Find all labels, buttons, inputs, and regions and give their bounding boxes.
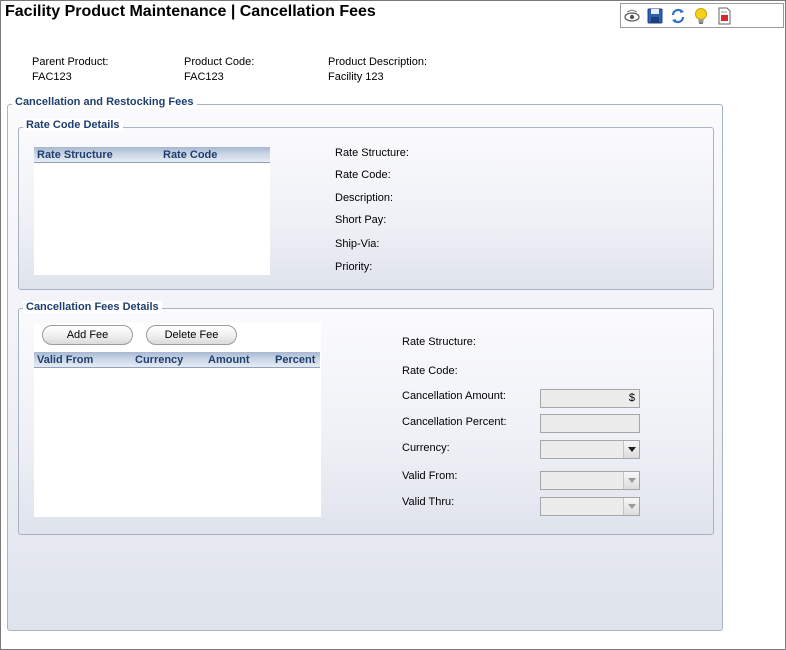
currency-dropdown-button[interactable] [623,441,639,458]
rate-structure-label: Rate Structure: [335,147,409,159]
currency-select[interactable] [540,440,640,459]
save-icon[interactable] [646,7,664,25]
cancellation-fees-grid-body[interactable] [34,369,320,516]
fee-rate-code-label: Rate Code: [402,365,458,377]
column-header-rate-code[interactable]: Rate Code [163,149,217,161]
product-description-value: Facility 123 [328,71,384,83]
description-label: Description: [335,192,394,204]
parent-product-label: Parent Product: [32,56,109,68]
currency-symbol: $ [628,392,635,404]
ship-via-label: Ship-Via: [335,238,380,250]
product-code-field: Product Code: FAC123 [184,56,254,83]
valid-thru-label: Valid Thru: [402,496,455,508]
chevron-down-icon [628,478,636,483]
parent-product-field: Parent Product: FAC123 [32,56,108,83]
column-header-amount[interactable]: Amount [208,354,250,366]
column-header-currency[interactable]: Currency [135,354,183,366]
product-description-label: Product Description: [328,56,428,68]
cancellation-amount-label: Cancellation Amount: [402,390,506,402]
fee-rate-structure-label: Rate Structure: [402,336,476,348]
chevron-down-icon [628,504,636,509]
rate-code-label: Rate Code: [335,169,391,181]
cancellation-amount-input[interactable]: $ [540,389,640,408]
add-fee-button[interactable]: Add Fee [42,325,133,345]
chevron-down-icon [628,447,636,452]
cancellation-percent-input[interactable] [540,414,640,433]
column-header-valid-from[interactable]: Valid From [37,354,93,366]
help-icon[interactable] [692,7,710,25]
cancellation-restocking-fees-legend: Cancellation and Restocking Fees [12,96,197,108]
short-pay-label: Short Pay: [335,214,387,226]
currency-label: Currency: [402,442,450,454]
cancellation-percent-label: Cancellation Percent: [402,416,507,428]
page-frame: Facility Product Maintenance | Cancellat… [0,0,786,650]
cancellation-fees-grid-header: Valid From Currency Amount Percent [34,352,320,368]
valid-thru-select[interactable] [540,497,640,516]
product-description-field: Product Description: Facility 123 [328,56,427,83]
cancellation-fees-details-legend: Cancellation Fees Details [23,301,162,313]
valid-thru-dropdown-button[interactable] [623,498,639,515]
column-header-rate-structure[interactable]: Rate Structure [37,149,113,161]
view-icon[interactable] [623,7,641,25]
refresh-icon[interactable] [669,7,687,25]
page-title: Facility Product Maintenance | Cancellat… [5,3,376,20]
rate-code-grid-header: Rate Structure Rate Code [34,147,270,163]
valid-from-select[interactable] [540,471,640,490]
rate-code-details-legend: Rate Code Details [23,119,123,131]
rate-code-grid[interactable]: Rate Structure Rate Code [34,147,270,275]
toolbar [620,3,784,28]
cancellation-fees-panel: Add Fee Delete Fee Valid From Currency A… [34,323,321,517]
product-code-label: Product Code: [184,56,255,68]
valid-from-dropdown-button[interactable] [623,472,639,489]
product-code-value: FAC123 [184,71,224,83]
priority-label: Priority: [335,261,373,273]
column-header-percent[interactable]: Percent [275,354,315,366]
parent-product-value: FAC123 [32,71,72,83]
valid-from-label: Valid From: [402,470,458,482]
report-icon[interactable] [715,7,733,25]
delete-fee-button[interactable]: Delete Fee [146,325,237,345]
